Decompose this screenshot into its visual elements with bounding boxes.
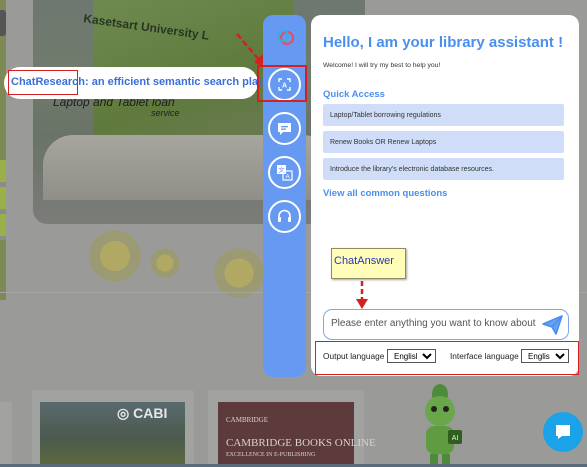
arrow-to-input <box>356 281 368 309</box>
quick-item-renew[interactable]: Renew Books OR Renew Laptops <box>323 131 564 153</box>
chat-answer-button[interactable] <box>268 112 301 145</box>
svg-text:文: 文 <box>278 165 285 174</box>
chat-research-desc: : an efficient semantic search platform <box>84 76 287 88</box>
quick-item-borrowing-regulations[interactable]: Laptop/Tablet borrowing regulations <box>323 104 564 126</box>
left-edge-strip <box>0 0 6 300</box>
floating-chat-button[interactable] <box>543 412 583 452</box>
flower-decoration <box>85 226 145 286</box>
mascot-badge: AI <box>452 435 459 442</box>
cambridge-publisher: CAMBRIDGE <box>226 416 269 424</box>
panel-title: Hello, I am your library assistant ! <box>323 34 564 51</box>
language-settings-highlight-box <box>315 341 579 375</box>
svg-text:A: A <box>285 174 290 181</box>
quick-item-database-resources[interactable]: Introduce the library's electronic datab… <box>323 158 564 180</box>
chat-bubble-icon <box>556 425 570 439</box>
welcome-message: Welcome! I will try my best to help you! <box>323 62 441 69</box>
question-input-box[interactable] <box>323 309 569 340</box>
question-input[interactable] <box>331 318 536 329</box>
assistant-logo-icon[interactable] <box>276 28 294 46</box>
flower-decoration <box>210 244 268 302</box>
flower-decoration <box>148 246 182 280</box>
support-button[interactable] <box>268 200 301 233</box>
photo-sign-service: service <box>151 108 180 118</box>
left-edge-markers <box>0 160 6 240</box>
research-button-highlight-box <box>257 65 307 102</box>
view-all-questions-link[interactable]: View all common questions <box>323 188 447 199</box>
cabi-logo: ◎ CABI <box>117 405 167 422</box>
quick-access-heading: Quick Access <box>323 89 385 100</box>
send-icon[interactable] <box>541 314 564 336</box>
left-edge-tab[interactable] <box>0 10 6 36</box>
chat-research-highlight-box <box>8 70 78 95</box>
cabi-globe-icon: ◎ <box>117 405 134 421</box>
chat-bubble-icon <box>278 123 291 135</box>
cambridge-title: CAMBRIDGE BOOKS ONLINE <box>226 437 376 449</box>
headset-icon <box>278 209 291 222</box>
mascot-icon: AI <box>425 384 462 464</box>
cambridge-subtitle: EXCELLENCE IN E-PUBLISHING <box>226 452 316 458</box>
cabi-label: CABI <box>133 405 168 421</box>
resource-card-partial[interactable] <box>0 402 12 467</box>
translate-icon: 文 A <box>277 165 293 181</box>
translate-button[interactable]: 文 A <box>268 156 301 189</box>
chat-answer-label: ChatAnswer <box>334 255 394 267</box>
assistant-chat-panel: Hello, I am your library assistant ! Wel… <box>311 15 579 376</box>
